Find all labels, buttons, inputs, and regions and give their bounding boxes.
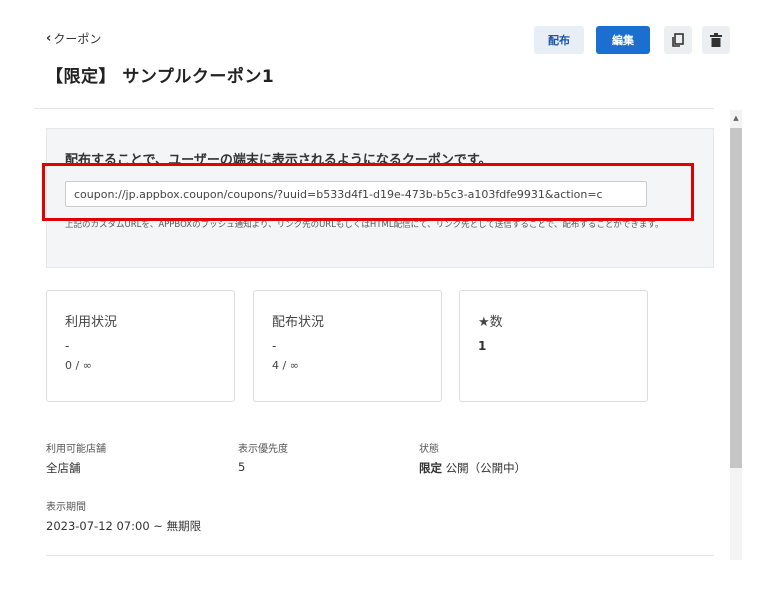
distribute-button[interactable]: 配布 bbox=[534, 26, 584, 54]
trash-icon bbox=[710, 33, 722, 47]
scroll-up-arrow-icon[interactable]: ▲ bbox=[730, 112, 742, 124]
chevron-left-icon: ‹ bbox=[46, 31, 52, 46]
stars-label: ★数 bbox=[478, 315, 503, 330]
delete-button[interactable] bbox=[702, 26, 730, 54]
usage-status-label: 利用状況 bbox=[65, 315, 118, 330]
distribution-status-card: 配布状況 - 4 / ∞ bbox=[253, 290, 442, 402]
period-label: 表示期間 bbox=[46, 502, 86, 513]
copy-button[interactable] bbox=[664, 26, 692, 54]
back-link[interactable]: ‹ クーポン bbox=[46, 30, 101, 47]
stars-value: 1 bbox=[478, 339, 487, 353]
usage-status-card: 利用状況 - 0 / ∞ bbox=[46, 290, 235, 402]
custom-url-field[interactable] bbox=[65, 181, 647, 207]
info-note: 上記のカスタムURLを、APPBOXのプッシュ通知より、リンク先のURLもしくは… bbox=[65, 220, 664, 230]
scrollbar-thumb[interactable] bbox=[730, 128, 742, 468]
status-limited-tag: 限定 bbox=[419, 461, 442, 475]
status-label: 状態 bbox=[419, 444, 439, 455]
status-text: 公開（公開中） bbox=[445, 461, 527, 475]
distribution-status-count: 4 / ∞ bbox=[272, 359, 299, 372]
status-value: 限定 公開（公開中） bbox=[419, 460, 526, 476]
stores-value: 全店舗 bbox=[46, 461, 81, 475]
priority-value: 5 bbox=[238, 460, 246, 474]
period-value: 2023-07-12 07:00 ~ 無期限 bbox=[46, 519, 202, 533]
distribution-status-label: 配布状況 bbox=[272, 315, 325, 330]
stores-label: 利用可能店舗 bbox=[46, 444, 106, 455]
page-title: 【限定】 サンプルクーポン1 bbox=[46, 67, 275, 87]
usage-status-count: 0 / ∞ bbox=[65, 359, 92, 372]
distribution-status-dash: - bbox=[272, 339, 277, 353]
priority-label: 表示優先度 bbox=[238, 444, 288, 455]
edit-button[interactable]: 編集 bbox=[596, 26, 650, 54]
back-link-label: クーポン bbox=[53, 32, 102, 46]
distribution-info-panel: 配布することで、ユーザーの端末に表示されるようになるクーポンです。 上記のカスタ… bbox=[46, 128, 714, 268]
header-divider bbox=[34, 108, 714, 109]
copy-icon bbox=[672, 33, 684, 47]
bottom-divider bbox=[46, 555, 714, 556]
stars-card: ★数 1 bbox=[459, 290, 648, 402]
info-heading: 配布することで、ユーザーの端末に表示されるようになるクーポンです。 bbox=[65, 153, 492, 168]
usage-status-dash: - bbox=[65, 339, 70, 353]
